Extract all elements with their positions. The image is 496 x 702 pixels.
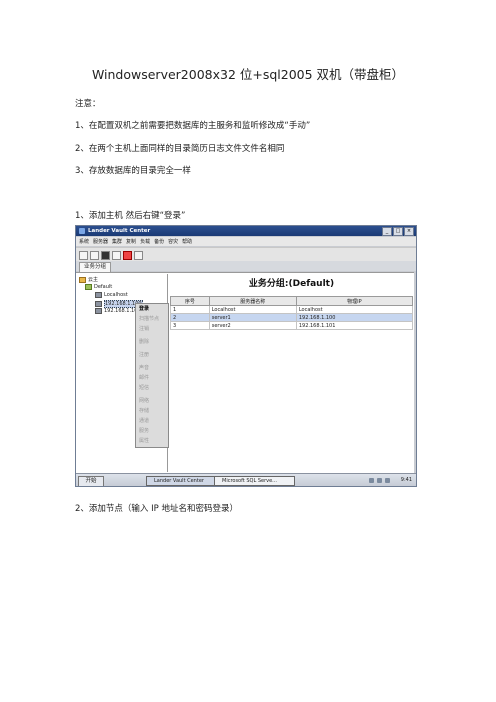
- tree-group-default[interactable]: Default: [85, 284, 112, 290]
- server-icon: [95, 308, 102, 314]
- ctx-login[interactable]: 登录: [136, 305, 168, 314]
- security-tray-icon[interactable]: [385, 478, 390, 483]
- window-title: Lander Vault Center: [88, 228, 151, 234]
- menu-help[interactable]: 帮助: [182, 238, 192, 245]
- cell-server-name: server1: [208, 313, 297, 322]
- table-row[interactable]: 2 server1 192.168.1.100: [170, 313, 414, 322]
- table-row[interactable]: 3 server2 192.168.1.101: [170, 321, 414, 330]
- context-menu: 登录 扫描节点 注销 删除 注册 声音 邮件 短信 网络 存储 通道 服务 属性: [135, 303, 169, 448]
- column-header-index[interactable]: 序号: [170, 296, 210, 306]
- note-1: 1、在配置双机之前需要把数据库的主服务和监听修改成“手动”: [75, 121, 311, 131]
- cell-ip: Localhost: [295, 305, 414, 314]
- network-tray-icon[interactable]: [369, 478, 374, 483]
- ctx-channel[interactable]: 通道: [136, 417, 168, 426]
- group-panel: 业务分组:(Default) 序号 服务器名称 物理IP 1 Localhost…: [170, 274, 414, 472]
- cell-index: 3: [170, 321, 210, 330]
- ctx-sound[interactable]: 声音: [136, 364, 168, 373]
- window-titlebar: Lander Vault Center _ □ ×: [76, 226, 416, 236]
- tree-node-server2[interactable]: 192.168.1.101: [95, 308, 141, 314]
- menu-disaster-recovery[interactable]: 容灾: [168, 238, 178, 245]
- server-icon: [95, 292, 102, 298]
- taskbar-clock: 9:41: [400, 477, 412, 483]
- delete-icon[interactable]: [123, 251, 132, 260]
- open-icon[interactable]: [90, 251, 99, 260]
- cell-ip: 192.168.1.101: [295, 321, 414, 330]
- column-header-server-name[interactable]: 服务器名称: [208, 296, 297, 306]
- cell-server-name: Localhost: [208, 305, 297, 314]
- note-2: 2、在两个主机上面同样的目录简历日志文件文件名相同: [75, 144, 285, 154]
- table-row[interactable]: 1 Localhost Localhost: [170, 305, 414, 314]
- screenshot-figure: Lander Vault Center _ □ × 系统 服务器 集群 复制 负…: [75, 225, 417, 487]
- server-table: 序号 服务器名称 物理IP 1 Localhost Localhost 2 se…: [170, 296, 414, 330]
- tree-node-localhost[interactable]: Localhost: [95, 292, 128, 298]
- ctx-delete[interactable]: 删除: [136, 338, 168, 347]
- home-icon: [79, 276, 86, 283]
- main-content: 云主 Default Localhost 192.168.1.100 192.1…: [76, 272, 414, 473]
- refresh-icon[interactable]: [112, 251, 121, 260]
- cell-index: 2: [170, 313, 210, 322]
- cell-index: 1: [170, 305, 210, 314]
- menu-bar: 系统 服务器 集群 复制 负载 备份 容灾 帮助: [76, 237, 416, 246]
- step-1-heading: 1、添加主机 然后右键“登录”: [75, 211, 186, 221]
- ctx-service[interactable]: 服务: [136, 427, 168, 436]
- taskbar-item-sql-server[interactable]: Microsoft SQL Serve...: [214, 476, 295, 486]
- volume-tray-icon[interactable]: [377, 478, 382, 483]
- step-2-heading: 2、添加节点（输入 IP 地址名和密码登录）: [75, 504, 238, 514]
- taskbar-item-vault-center[interactable]: Lander Vault Center: [146, 476, 219, 486]
- server-icon: [95, 301, 102, 307]
- cell-server-name: server2: [208, 321, 297, 330]
- start-button[interactable]: 开始: [78, 476, 104, 486]
- document-title: Windowserver2008x32 位+sql2005 双机（带盘柜）: [91, 67, 405, 82]
- ctx-register[interactable]: 注册: [136, 351, 168, 360]
- monitor-icon[interactable]: [101, 251, 110, 260]
- ctx-scan-node[interactable]: 扫描节点: [136, 315, 168, 324]
- menu-system[interactable]: 系统: [79, 238, 89, 245]
- menu-server[interactable]: 服务器: [93, 238, 108, 245]
- menu-replication[interactable]: 复制: [126, 238, 136, 245]
- toolbar: [76, 247, 416, 262]
- ctx-mail[interactable]: 邮件: [136, 374, 168, 383]
- help-icon[interactable]: [134, 251, 143, 260]
- taskbar: 开始 Lander Vault Center Microsoft SQL Ser…: [76, 473, 416, 486]
- menu-load[interactable]: 负载: [140, 238, 150, 245]
- tab-bar: 业务分组: [76, 261, 416, 272]
- tree-root[interactable]: 云主: [79, 276, 98, 283]
- menu-backup[interactable]: 备份: [154, 238, 164, 245]
- column-header-physical-ip[interactable]: 物理IP: [295, 296, 414, 306]
- tab-business-group[interactable]: 业务分组: [79, 262, 111, 272]
- ctx-network[interactable]: 网络: [136, 397, 168, 406]
- connect-icon[interactable]: [79, 251, 88, 260]
- menu-cluster[interactable]: 集群: [112, 238, 122, 245]
- maximize-button[interactable]: □: [393, 227, 403, 236]
- app-icon: [79, 228, 85, 234]
- close-button[interactable]: ×: [404, 227, 414, 236]
- ctx-storage[interactable]: 存储: [136, 407, 168, 416]
- group-title: 业务分组:(Default): [248, 279, 335, 289]
- minimize-button[interactable]: _: [382, 227, 392, 236]
- ctx-properties[interactable]: 属性: [136, 437, 168, 446]
- note-label: 注意：: [75, 99, 101, 109]
- cell-ip: 192.168.1.100: [295, 313, 414, 322]
- note-3: 3、存放数据库的目录完全一样: [75, 166, 191, 176]
- ctx-logout[interactable]: 注销: [136, 325, 168, 334]
- folder-icon: [85, 284, 92, 290]
- ctx-sms[interactable]: 短信: [136, 384, 168, 393]
